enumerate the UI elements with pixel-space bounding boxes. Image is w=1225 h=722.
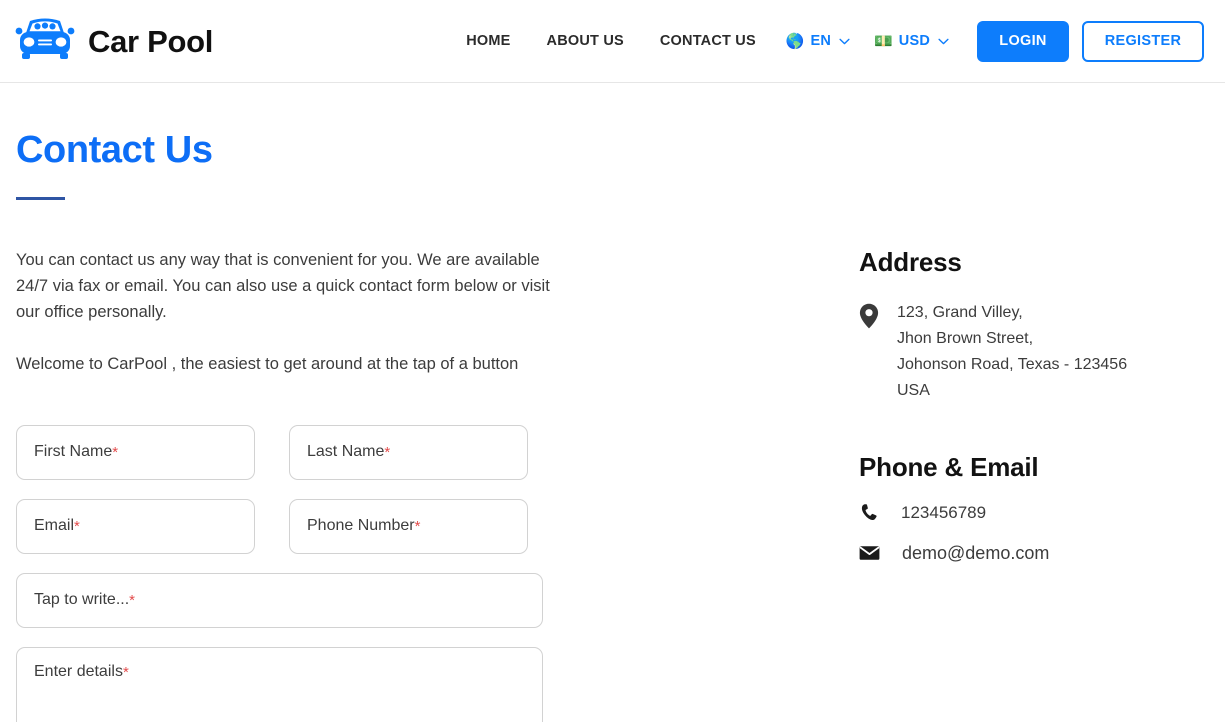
brand-name: Car Pool <box>88 23 214 59</box>
email-input[interactable]: Email * <box>16 498 255 554</box>
address-heading: Address <box>859 246 962 277</box>
title-underline-rule <box>16 196 65 200</box>
language-label: EN <box>810 33 832 49</box>
phone-number-placeholder: Phone Number <box>307 517 415 535</box>
phone-number-value: 123456789 <box>901 502 987 522</box>
nav-link-about-us[interactable]: ABOUT US <box>529 33 642 49</box>
subject-input[interactable]: Tap to write... * <box>16 572 543 628</box>
main-navigation: HOME ABOUT US CONTACT US 🌎 EN 💵 USD LOGI… <box>448 20 1204 62</box>
required-mark: * <box>129 591 135 609</box>
address-line-2: Jhon Brown Street, <box>897 329 1034 347</box>
details-textarea[interactable]: Enter details * <box>16 646 543 722</box>
required-mark: * <box>414 517 421 535</box>
required-mark: * <box>384 443 391 461</box>
address-block: 123, Grand Villey, Jhon Brown Street, Jo… <box>859 300 1209 404</box>
email-row[interactable]: demo@demo.com <box>859 543 1209 564</box>
form-row-contact: Email * Phone Number * <box>16 498 576 554</box>
content-columns: You can contact us any way that is conve… <box>16 247 1209 722</box>
chevron-down-icon <box>837 32 850 50</box>
form-row-name: First Name * Last Name * <box>16 424 576 480</box>
currency-selector[interactable]: 💵 USD <box>862 32 961 50</box>
globe-icon: 🌎 <box>785 32 805 50</box>
address-line-4: USA <box>897 381 930 399</box>
form-row-subject: Tap to write... * <box>16 572 576 628</box>
required-mark: * <box>122 663 129 681</box>
currency-label: USD <box>898 33 930 49</box>
form-row-details: Enter details * <box>16 646 576 722</box>
email-value: demo@demo.com <box>902 542 1050 563</box>
required-mark: * <box>74 517 80 535</box>
nav-link-contact-us[interactable]: CONTACT US <box>642 33 774 49</box>
page-title: Contact Us <box>16 129 213 171</box>
address-line-1: 123, Grand Villey, <box>897 303 1023 321</box>
first-name-input[interactable]: First Name * <box>16 424 255 480</box>
left-column: You can contact us any way that is conve… <box>16 247 576 722</box>
required-mark: * <box>112 443 119 461</box>
last-name-input[interactable]: Last Name * <box>289 424 528 480</box>
phone-icon <box>859 503 879 522</box>
envelope-icon <box>859 545 880 561</box>
brand-logo-link[interactable]: Car Pool <box>14 15 213 67</box>
intro-paragraph-1: You can contact us any way that is conve… <box>16 250 550 321</box>
first-name-placeholder: First Name <box>34 443 113 461</box>
carpool-car-icon <box>14 15 76 67</box>
language-selector[interactable]: 🌎 EN <box>774 32 862 50</box>
phone-email-heading: Phone & Email <box>859 451 1039 482</box>
address-lines: 123, Grand Villey, Jhon Brown Street, Jo… <box>897 300 1127 404</box>
page-content: Contact Us You can contact us any way th… <box>0 129 1225 722</box>
phone-row[interactable]: 123456789 <box>859 503 1209 523</box>
contact-form: First Name * Last Name * Email * Phone Numb… <box>16 424 576 722</box>
intro-paragraph-2: Welcome to CarPool , the easiest to get … <box>16 354 519 373</box>
map-pin-icon <box>859 300 879 404</box>
register-button[interactable]: REGISTER <box>1082 20 1204 62</box>
details-placeholder: Enter details <box>34 662 123 680</box>
phone-number-input[interactable]: Phone Number * <box>289 498 528 554</box>
banknote-icon: 💵 <box>874 32 893 50</box>
site-header: Car Pool HOME ABOUT US CONTACT US 🌎 EN 💵… <box>0 0 1225 83</box>
chevron-down-icon <box>936 32 949 50</box>
email-placeholder: Email <box>34 517 75 535</box>
address-line-3: Johonson Road, Texas - 123456 <box>897 355 1128 373</box>
subject-placeholder: Tap to write... <box>34 591 130 609</box>
last-name-placeholder: Last Name <box>307 443 385 461</box>
login-button[interactable]: LOGIN <box>977 20 1069 62</box>
nav-link-home[interactable]: HOME <box>448 33 528 49</box>
right-column: Address 123, Grand Villey, Jhon Brown St… <box>859 247 1209 722</box>
